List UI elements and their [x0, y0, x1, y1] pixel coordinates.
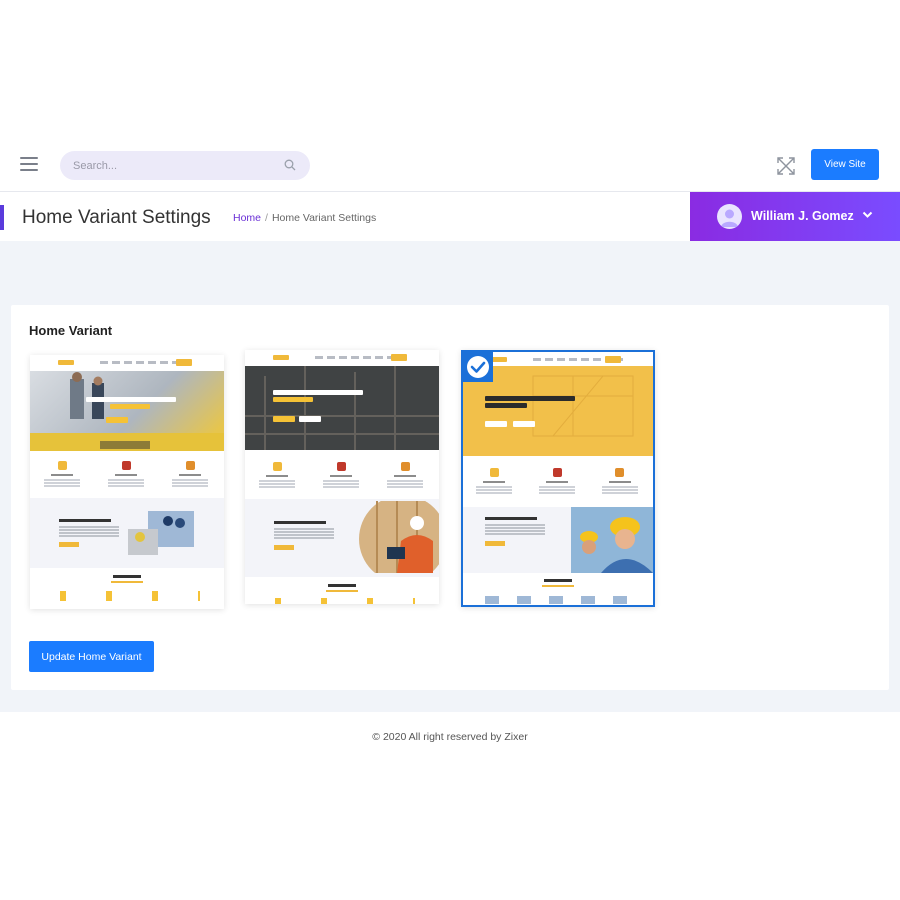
preview-navbar — [30, 355, 224, 371]
preview-hero-button — [485, 421, 507, 427]
breadcrumb-home-link[interactable]: Home — [233, 212, 261, 224]
preview-hero-button-secondary — [513, 421, 535, 427]
preview-feature — [94, 461, 158, 481]
preview-services-title — [328, 584, 356, 587]
preview-hero-highlight — [485, 403, 527, 408]
breadcrumb-current: Home Variant Settings — [271, 212, 377, 224]
preview-dream-home-section — [245, 499, 439, 577]
card-title: Home Variant — [29, 323, 113, 338]
preview-hero-button — [273, 416, 295, 422]
preview-services-title — [113, 575, 141, 578]
breadcrumb-separator: / — [265, 212, 268, 224]
view-site-button[interactable]: View Site — [811, 149, 879, 180]
user-avatar-icon — [721, 209, 738, 227]
page-title: Home Variant Settings — [22, 207, 211, 228]
preview-feature — [463, 468, 526, 488]
preview-feature — [30, 461, 94, 481]
preview-dream-home-section — [463, 507, 653, 573]
preview-hero-button — [106, 417, 128, 423]
selected-badge — [463, 352, 493, 382]
avatar — [717, 204, 742, 229]
title-accent-bar — [0, 205, 4, 230]
preview-feature — [158, 461, 222, 481]
home-variant-option-3[interactable] — [461, 350, 655, 607]
content-area: Home Variant Update Home Variant — [0, 241, 900, 712]
update-home-variant-button[interactable]: Update Home Variant — [29, 641, 154, 672]
preview-feature — [373, 462, 437, 482]
preview-hero-highlight — [273, 397, 313, 402]
search-icon[interactable] — [284, 159, 296, 171]
fullscreen-icon[interactable] — [776, 156, 796, 176]
menu-toggle-icon[interactable] — [20, 157, 38, 171]
footer-copyright: © 2020 All right reserved by Zixer — [372, 731, 528, 743]
preview-navbar — [245, 350, 439, 366]
page-header: Home Variant Settings Home / Home Variant … — [0, 192, 900, 241]
breadcrumb: Home / Home Variant Settings — [233, 212, 376, 224]
preview-hero-button-secondary — [299, 416, 321, 422]
search-box — [60, 151, 310, 180]
check-icon — [470, 361, 486, 373]
preview-hero-title — [485, 396, 575, 401]
home-variant-card: Home Variant Update Home Variant — [11, 305, 889, 690]
search-input[interactable] — [60, 151, 310, 180]
preview-feature — [245, 462, 309, 482]
preview-hero-highlight — [110, 404, 150, 409]
preview-hero-title — [273, 390, 363, 395]
preview-hero-title — [86, 397, 176, 402]
chevron-down-icon — [862, 211, 873, 218]
user-menu[interactable]: William J. Gomez — [690, 192, 900, 241]
top-navbar: View Site — [0, 140, 900, 192]
preview-feature — [309, 462, 373, 482]
home-variant-option-2[interactable] — [245, 350, 439, 604]
preview-dream-home-section — [30, 498, 224, 568]
preview-services-title — [544, 579, 572, 582]
preview-hero — [245, 366, 439, 450]
preview-feature — [588, 468, 651, 488]
preview-hero — [30, 371, 224, 451]
preview-feature — [526, 468, 589, 488]
user-name: William J. Gomez — [751, 209, 854, 223]
home-variant-option-1[interactable] — [30, 355, 224, 609]
